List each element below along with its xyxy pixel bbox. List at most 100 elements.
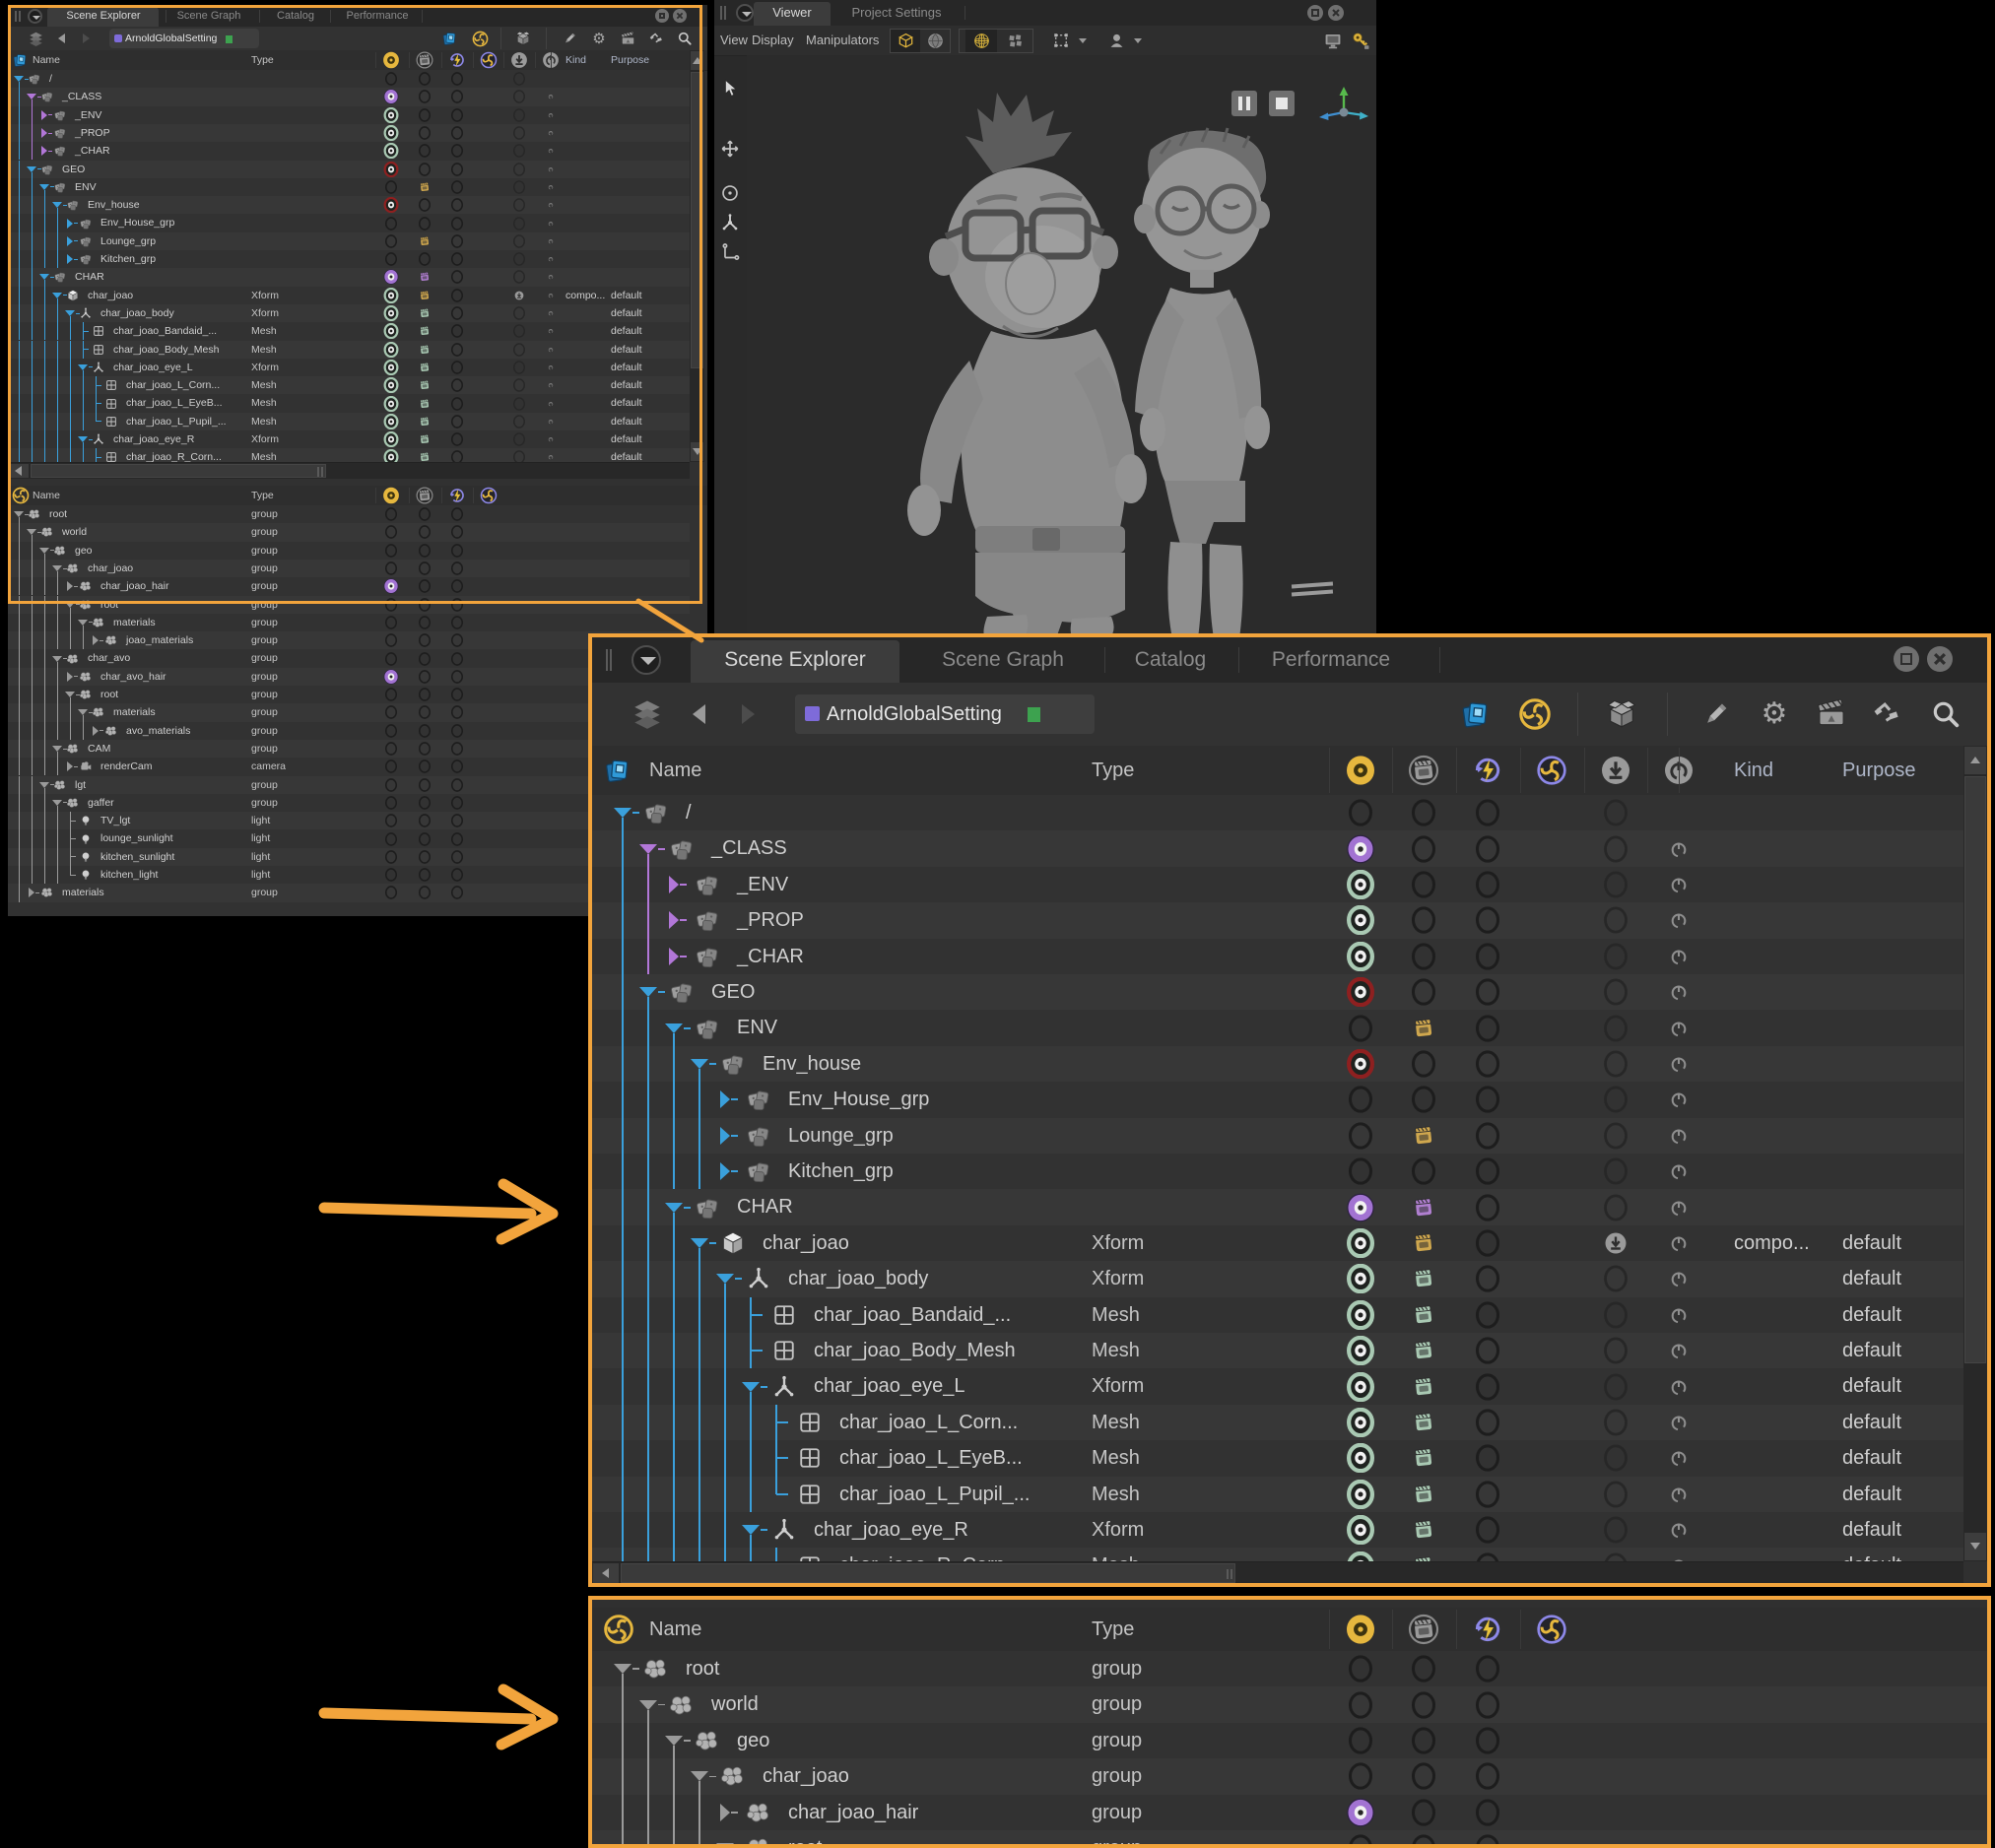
render-toggle[interactable]	[1410, 1762, 1437, 1790]
live-refresh-icon[interactable]	[1472, 755, 1503, 786]
gear-icon[interactable]: ⚙	[1758, 697, 1791, 731]
node-name[interactable]: char_joao_eye_R	[113, 430, 194, 448]
render-toggle[interactable]	[418, 525, 432, 539]
render-state-icon[interactable]	[1410, 1481, 1437, 1508]
render-state-icon[interactable]	[1410, 1337, 1437, 1364]
live-refresh-toggle[interactable]	[1474, 1409, 1501, 1436]
download-toggle[interactable]	[1602, 1157, 1629, 1185]
tree-row[interactable]: char_joaogroup	[8, 560, 690, 577]
download-toggle[interactable]	[1602, 1015, 1629, 1042]
render-toggle[interactable]	[418, 163, 432, 176]
maximize-button[interactable]	[655, 9, 669, 23]
node-name[interactable]: Env_House_grp	[100, 214, 174, 231]
tree-row[interactable]: char_joao_Bandaid_...Meshdefault	[592, 1297, 1963, 1333]
node-name[interactable]: Kitchen_grp	[788, 1154, 894, 1189]
live-refresh-toggle[interactable]	[450, 796, 464, 810]
visibility-state-icon[interactable]	[1346, 1515, 1375, 1545]
node-name[interactable]: char_joao_R_Corn...	[839, 1548, 1022, 1561]
node-name[interactable]: _CLASS	[711, 830, 787, 866]
power-toggle[interactable]	[1669, 947, 1689, 966]
live-refresh-toggle[interactable]	[1474, 1727, 1501, 1754]
live-refresh-toggle[interactable]	[1474, 1050, 1501, 1078]
scroll-handle[interactable]	[691, 72, 703, 368]
visibility-toggle[interactable]	[384, 886, 398, 899]
monitor-icon[interactable]	[1322, 30, 1344, 51]
node-name[interactable]: char_joao_eye_R	[814, 1512, 968, 1548]
tree-row[interactable]: char_joao_bodyXformdefault	[592, 1261, 1963, 1296]
maximize-button[interactable]	[1894, 646, 1919, 672]
power-toggle[interactable]	[1669, 910, 1689, 930]
gear-icon[interactable]: ⚙	[591, 31, 608, 47]
power-toggle[interactable]	[1669, 1305, 1689, 1325]
render-toggle[interactable]	[418, 688, 432, 701]
node-name[interactable]: Env_House_grp	[788, 1082, 929, 1117]
visibility-state-icon[interactable]	[383, 449, 399, 462]
expand-arrow[interactable]	[67, 581, 73, 591]
node-name[interactable]: CAM	[88, 740, 110, 758]
power-toggle[interactable]	[1669, 1198, 1689, 1218]
tab-scene-explorer[interactable]: Scene Explorer	[716, 637, 874, 683]
search-icon[interactable]	[677, 31, 693, 46]
node-name[interactable]: char_joao_body	[100, 304, 174, 322]
visibility-state-icon[interactable]	[383, 197, 399, 213]
visibility-state-icon[interactable]	[383, 578, 399, 594]
marquee-icon[interactable]	[1052, 32, 1070, 49]
live-refresh-toggle[interactable]	[1474, 835, 1501, 863]
node-name[interactable]: gaffer	[88, 794, 114, 812]
scroll-handle[interactable]	[1964, 776, 1986, 1363]
visibility-toggle[interactable]	[384, 652, 398, 666]
tree-row[interactable]: GEO	[592, 974, 1963, 1010]
live-refresh-toggle[interactable]	[1474, 1834, 1501, 1844]
render-toggle[interactable]	[418, 598, 432, 612]
expand-arrow[interactable]	[41, 110, 47, 120]
power-toggle[interactable]	[548, 454, 554, 460]
render-toggle[interactable]	[1410, 1691, 1437, 1719]
render-state-icon[interactable]	[418, 324, 432, 338]
duplicate-layers-icon[interactable]	[1459, 696, 1495, 732]
visibility-state-icon[interactable]	[1346, 905, 1375, 935]
download-toggle[interactable]	[1602, 1481, 1629, 1508]
tree-row[interactable]: Lounge_grp	[592, 1118, 1963, 1154]
sphere-wire-icon[interactable]	[972, 32, 991, 50]
panes-icon[interactable]	[1007, 33, 1024, 49]
power-toggle[interactable]	[548, 436, 554, 442]
power-toggle[interactable]	[548, 347, 554, 353]
tree-row[interactable]: rootgroup	[592, 1651, 1987, 1686]
tree-row[interactable]: _PROP	[8, 124, 690, 142]
visibility-state-icon[interactable]	[383, 396, 399, 412]
render-state-icon[interactable]	[1410, 1373, 1437, 1401]
render-toggle[interactable]	[1410, 1834, 1437, 1844]
visibility-toggle[interactable]	[1347, 1157, 1374, 1185]
tree-row[interactable]: Env_House_grp	[592, 1082, 1963, 1117]
live-refresh-toggle[interactable]	[450, 832, 464, 846]
live-refresh-toggle[interactable]	[1474, 1229, 1501, 1257]
live-refresh-toggle[interactable]	[450, 450, 464, 462]
download-toggle[interactable]	[512, 378, 526, 392]
download-toggle[interactable]	[1602, 978, 1629, 1006]
tree-row[interactable]: char_joao_Bandaid_...Meshdefault	[8, 322, 690, 340]
visibility-state-icon[interactable]	[1346, 1798, 1375, 1827]
render-toggle[interactable]	[418, 670, 432, 684]
live-refresh-toggle[interactable]	[450, 378, 464, 392]
node-name[interactable]: char_joao	[88, 560, 133, 577]
visibility-toggle[interactable]	[1347, 799, 1374, 826]
vertical-scrollbar[interactable]	[1963, 746, 1987, 1561]
clapperboard-icon[interactable]	[1815, 697, 1848, 731]
tree-row[interactable]: _CLASS	[8, 88, 690, 105]
node-name[interactable]: materials	[62, 884, 104, 901]
node-name[interactable]: char_avo	[88, 649, 130, 667]
visibility-toggle[interactable]	[384, 688, 398, 701]
render-toggle[interactable]	[418, 144, 432, 158]
download-toggle[interactable]	[512, 343, 526, 357]
power-toggle[interactable]	[1669, 1089, 1689, 1109]
tree-row[interactable]: char_joaogroup	[592, 1758, 1987, 1794]
pose-icon[interactable]	[648, 31, 665, 47]
live-refresh-toggle[interactable]	[450, 670, 464, 684]
live-refresh-toggle[interactable]	[1474, 1122, 1501, 1150]
back-button[interactable]	[58, 33, 65, 43]
render-state-icon[interactable]	[1410, 1444, 1437, 1472]
node-name[interactable]: char_joao_Body_Mesh	[113, 341, 219, 359]
visibility-eye-icon[interactable]	[382, 51, 400, 69]
node-name[interactable]: root	[49, 505, 67, 523]
tree-row[interactable]: char_joao_hairgroup	[8, 577, 690, 595]
